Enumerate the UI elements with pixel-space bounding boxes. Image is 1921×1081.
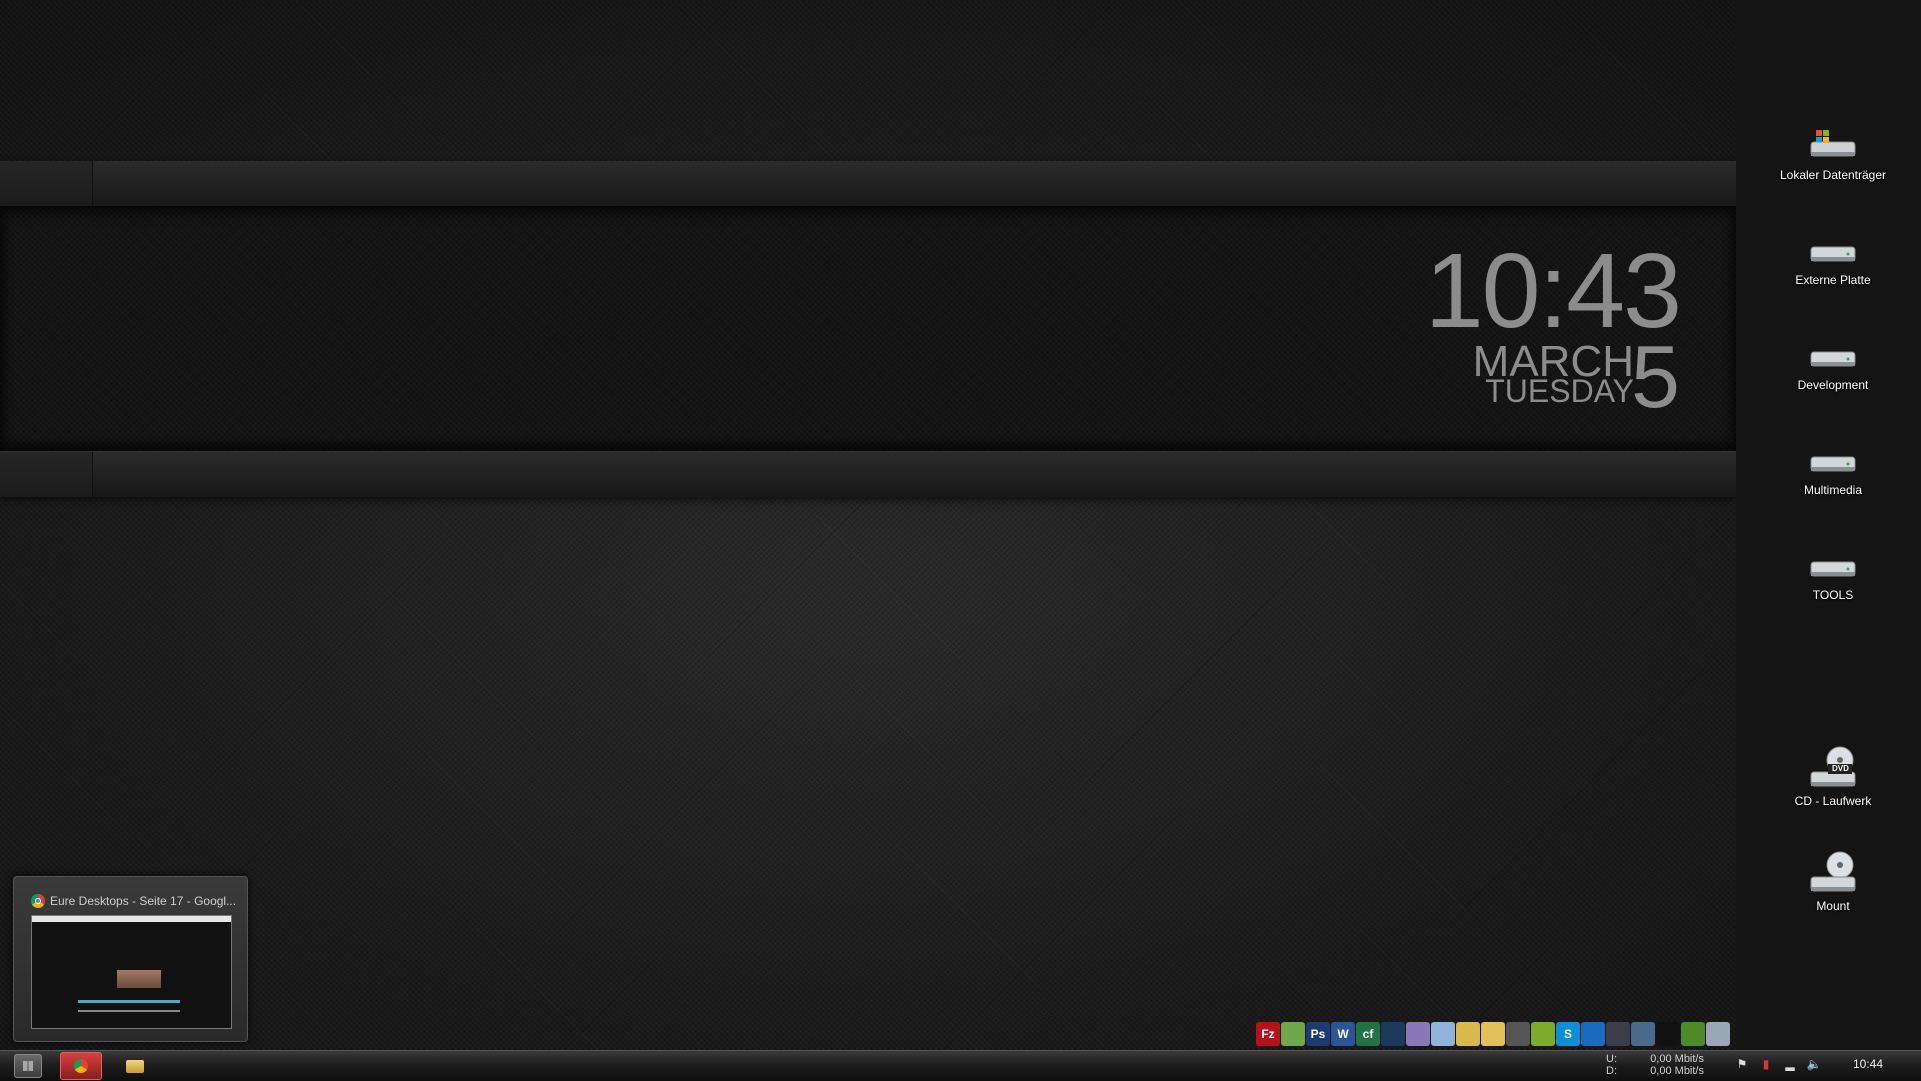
net-down-label: D:: [1606, 1065, 1617, 1077]
disc-drive-icon: [1808, 851, 1858, 895]
folder-icon[interactable]: [1481, 1022, 1505, 1046]
dvd-drive-icon: DVD: [1808, 746, 1858, 790]
thumbnail-toolbar: [32, 916, 231, 922]
recycle-app-icon[interactable]: [1531, 1022, 1555, 1046]
thumbnail-image: [117, 970, 161, 988]
safely-remove-icon[interactable]: ▮: [1758, 1056, 1774, 1072]
media-player-icon[interactable]: [1506, 1022, 1530, 1046]
desktop-icon-cd-laufwerk[interactable]: DVD CD - Laufwerk: [1768, 746, 1898, 808]
taskbar-explorer-button[interactable]: [116, 1052, 156, 1080]
desktop-band-bottom: [0, 451, 1736, 497]
quick-launch-bar: Fz Ps Wcf S: [1256, 1022, 1730, 1046]
word-icon[interactable]: W: [1331, 1022, 1355, 1046]
box-icon[interactable]: [1431, 1022, 1455, 1046]
thumbnail-bar: [78, 1010, 180, 1012]
clock-day: 5: [1631, 327, 1680, 426]
desktop-icon-tools[interactable]: TOOLS: [1768, 548, 1898, 602]
desktop-icon-label: Development: [1797, 378, 1869, 392]
network-icon[interactable]: [1631, 1022, 1655, 1046]
windows-drive-icon: [1808, 128, 1858, 164]
chrome-icon: [74, 1059, 88, 1073]
system-tray: ⚑ ▮ ▂ 🔈: [1734, 1056, 1822, 1072]
band-tab: [0, 452, 93, 497]
eclipse-icon[interactable]: [1381, 1022, 1405, 1046]
drive-icon: [1808, 548, 1858, 584]
console-icon[interactable]: [1656, 1022, 1680, 1046]
net-down-value: 0,00 Mbit/s: [1650, 1065, 1704, 1077]
taskbar-clock[interactable]: 10:44: [1853, 1057, 1883, 1071]
desktop-icon-externe-platte[interactable]: Externe Platte: [1768, 233, 1898, 287]
desktop-icon-label: TOOLS: [1812, 588, 1854, 602]
net-up-value: 0,00 Mbit/s: [1650, 1053, 1704, 1065]
network-meter: U: 0,00 Mbit/s D: 0,00 Mbit/s: [1606, 1053, 1704, 1077]
drive-icon: [1808, 443, 1858, 479]
desktop-icon-multimedia[interactable]: Multimedia: [1768, 443, 1898, 497]
thumbnail-bar: [78, 1000, 180, 1003]
desktop-icon-label: Multimedia: [1803, 483, 1863, 497]
dvd-badge: DVD: [1832, 764, 1849, 773]
minecraft-icon[interactable]: [1681, 1022, 1705, 1046]
chrome-icon: [31, 894, 45, 908]
skype-icon[interactable]: S: [1556, 1022, 1580, 1046]
band-tab: [0, 161, 93, 206]
notepadpp-icon[interactable]: [1281, 1022, 1305, 1046]
start-button[interactable]: [14, 1054, 42, 1078]
net-up-label: U:: [1606, 1053, 1617, 1065]
action-center-flag-icon[interactable]: ⚑: [1734, 1056, 1750, 1072]
preview-title: Eure Desktops - Seite 17 - Googl...: [50, 894, 237, 908]
drive-icon: [1808, 338, 1858, 374]
desktop-icon-mount[interactable]: Mount: [1768, 851, 1898, 913]
desktop-icon-label: Externe Platte: [1795, 273, 1871, 287]
photoshop-icon[interactable]: Ps: [1306, 1022, 1330, 1046]
desktop-icon-label: Lokaler Datenträger: [1779, 168, 1887, 182]
recycle-bin-icon[interactable]: [1706, 1022, 1730, 1046]
network-signal-icon[interactable]: ▂: [1782, 1056, 1798, 1072]
desktop-icon-lokaler-datentraeger[interactable]: Lokaler Datenträger: [1768, 128, 1898, 182]
folder-icon: [126, 1060, 144, 1073]
download-icon[interactable]: [1456, 1022, 1480, 1046]
taskbar-thumbnail-preview[interactable]: Eure Desktops - Seite 17 - Googl...: [13, 876, 248, 1042]
orb-icon[interactable]: [1406, 1022, 1430, 1046]
desktop-icon-label: Mount: [1816, 899, 1850, 913]
desktop-icon-development[interactable]: Development: [1768, 338, 1898, 392]
steam-icon[interactable]: [1606, 1022, 1630, 1046]
filezilla-icon[interactable]: Fz: [1256, 1022, 1280, 1046]
desktop-clock-widget: 10:43 MARCH TUESDAY 5: [1380, 238, 1682, 421]
excel-icon[interactable]: cf: [1356, 1022, 1380, 1046]
thumbnail-image: [78, 932, 180, 960]
volume-icon[interactable]: 🔈: [1806, 1056, 1822, 1072]
desktop-icon-label: CD - Laufwerk: [1794, 794, 1872, 808]
drive-icon: [1808, 233, 1858, 269]
taskbar-chrome-button[interactable]: [60, 1052, 102, 1080]
teamviewer-icon[interactable]: [1581, 1022, 1605, 1046]
preview-thumbnail[interactable]: [31, 915, 232, 1029]
clock-weekday: TUESDAY: [1485, 373, 1634, 409]
desktop-band-top: [0, 161, 1736, 207]
